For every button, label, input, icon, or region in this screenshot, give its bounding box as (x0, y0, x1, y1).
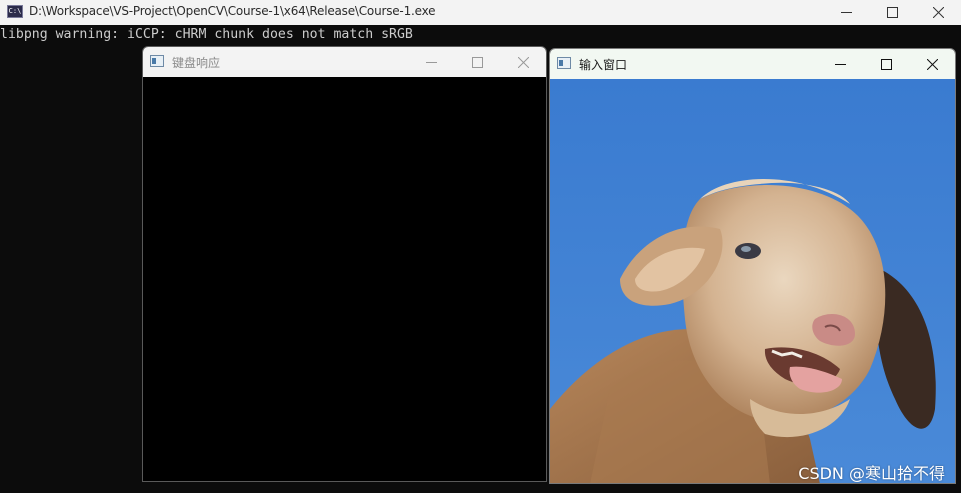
csdn-watermark: CSDN @寒山拾不得 (798, 464, 945, 483)
maximize-icon (886, 7, 898, 18)
close-icon (517, 56, 529, 68)
window-app-icon (557, 57, 571, 69)
input-minimize-button[interactable] (817, 49, 863, 79)
input-image-window[interactable]: 输入窗口 (549, 48, 956, 484)
sheep-image (550, 79, 955, 483)
console-minimize-button[interactable] (823, 0, 869, 25)
keyboard-window-title-bar[interactable]: 键盘响应 (143, 47, 546, 77)
close-icon (926, 58, 938, 70)
maximize-icon (471, 56, 483, 68)
minimize-icon (834, 63, 846, 65)
keyboard-minimize-button[interactable] (408, 47, 454, 77)
console-close-button[interactable] (915, 0, 961, 25)
keyboard-maximize-button[interactable] (454, 47, 500, 77)
keyboard-canvas[interactable] (143, 77, 546, 481)
input-close-button[interactable] (909, 49, 955, 79)
minimize-icon (425, 61, 437, 63)
input-maximize-button[interactable] (863, 49, 909, 79)
input-window-title: 输入窗口 (579, 58, 628, 72)
window-app-icon (150, 55, 164, 67)
keyboard-close-button[interactable] (500, 47, 546, 77)
console-output-line: libpng warning: iCCP: cHRM chunk does no… (0, 27, 413, 42)
input-window-title-bar[interactable]: 输入窗口 (550, 49, 955, 79)
console-maximize-button[interactable] (869, 0, 915, 25)
console-title-bar: C:\ D:\Workspace\VS-Project\OpenCV\Cours… (0, 0, 961, 25)
console-app-icon: C:\ (7, 5, 23, 18)
close-icon (932, 7, 944, 18)
keyboard-response-window[interactable]: 键盘响应 (142, 46, 547, 482)
keyboard-window-title: 键盘响应 (172, 56, 221, 70)
minimize-icon (840, 12, 852, 13)
input-image-display (550, 79, 955, 483)
console-window-title: D:\Workspace\VS-Project\OpenCV\Course-1\… (29, 4, 436, 18)
maximize-icon (880, 58, 892, 70)
